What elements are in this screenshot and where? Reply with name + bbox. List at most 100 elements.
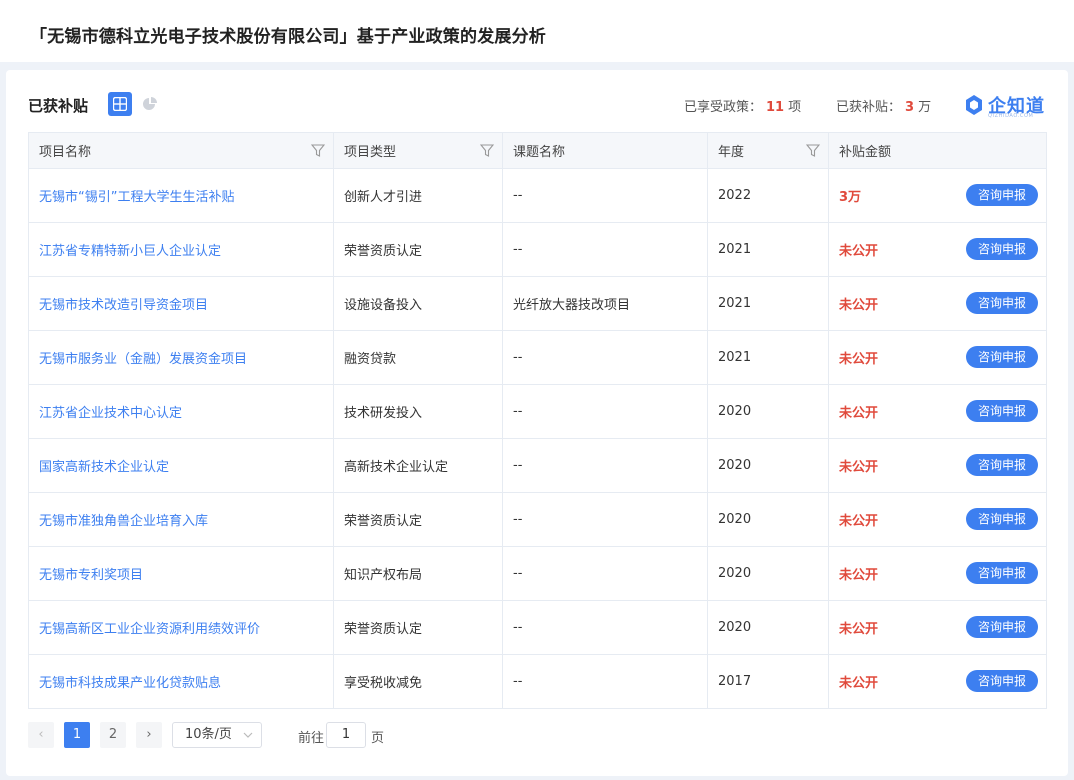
year-cell: 2020 [707,600,829,655]
project-type-cell: 享受税收减免 [333,654,503,709]
table-row: 无锡市技术改造引导资金项目 设施设备投入 光纤放大器技改项目 2021 未公开 咨询申报 [28,276,1047,331]
col-project-name: 项目名称 [28,132,334,169]
card-header: 已获补贴 已享受政策： 11 项 已获补贴： 3 万 企知道 QIZHIDAO.COM [28,92,1050,119]
project-name-cell[interactable]: 无锡高新区工业企业资源利用绩效评价 [28,600,334,655]
project-name-cell[interactable]: 无锡市专利奖项目 [28,546,334,601]
project-name-cell[interactable]: 江苏省专精特新小巨人企业认定 [28,222,334,277]
goto-label: 前往 [298,731,325,746]
subsidy-amount-cell: 未公开 咨询申报 [828,600,1047,655]
consult-apply-button[interactable]: 咨询申报 [966,238,1038,260]
consult-apply-button[interactable]: 咨询申报 [966,616,1038,638]
filter-icon[interactable] [806,144,820,157]
col-project-type: 项目类型 [333,132,503,169]
table-row: 无锡高新区工业企业资源利用绩效评价 荣誉资质认定 -- 2020 未公开 咨询申报 [28,600,1047,655]
page-size-value: 10条/页 [185,727,232,742]
topic-name-cell: -- [502,222,708,277]
page-button-2[interactable]: 2 [100,722,126,748]
page-button-1[interactable]: 1 [64,722,90,748]
next-page-button[interactable]: › [136,722,162,748]
goto-page-input[interactable]: 1 [326,722,366,748]
goto-suffix: 页 [371,731,385,746]
year-cell: 2021 [707,222,829,277]
year-cell: 2022 [707,168,829,223]
amount-value: 未公开 [839,406,879,421]
col-project-name-label: 项目名称 [39,145,92,160]
col-year: 年度 [707,132,829,169]
topic-name-cell: -- [502,438,708,493]
chart-view-button[interactable] [142,96,158,112]
topic-name-cell: 光纤放大器技改项目 [502,276,708,331]
amount-value: 未公开 [839,460,879,475]
project-type-cell: 知识产权布局 [333,546,503,601]
consult-apply-button[interactable]: 咨询申报 [966,454,1038,476]
table-row: 国家高新技术企业认定 高新技术企业认定 -- 2020 未公开 咨询申报 [28,438,1047,493]
prev-page-button[interactable]: ‹ [28,722,54,748]
brand-logo: 企知道 QIZHIDAO.COM [964,92,1050,119]
col-topic-name: 课题名称 [502,132,708,169]
table-header-row: 项目名称 项目类型 课题名称 年度 补贴金额 [28,132,1047,169]
table-row: 无锡市准独角兽企业培育入库 荣誉资质认定 -- 2020 未公开 咨询申报 [28,492,1047,547]
consult-apply-button[interactable]: 咨询申报 [966,670,1038,692]
topic-name-cell: -- [502,654,708,709]
filter-icon[interactable] [480,144,494,157]
subsidy-amount-cell: 未公开 咨询申报 [828,330,1047,385]
project-name-cell[interactable]: 无锡市科技成果产业化贷款贴息 [28,654,334,709]
chevron-down-icon [243,732,253,738]
table-row: 江苏省专精特新小巨人企业认定 荣誉资质认定 -- 2021 未公开 咨询申报 [28,222,1047,277]
consult-apply-button[interactable]: 咨询申报 [966,292,1038,314]
year-cell: 2017 [707,654,829,709]
policy-unit: 项 [788,100,802,115]
card-title: 已获补贴 [28,97,89,115]
grid-icon [113,97,127,111]
pagination: ‹ 1 2 › 10条/页 前往 1 页 [28,722,628,750]
year-cell: 2021 [707,330,829,385]
col-project-type-label: 项目类型 [344,145,397,160]
subsidy-amount-cell: 未公开 咨询申报 [828,654,1047,709]
policy-stat: 已享受政策： 11 项 [684,96,801,115]
topic-name-cell: -- [502,168,708,223]
amount-value: 3万 [839,190,862,205]
pie-chart-icon [143,97,157,110]
project-name-cell[interactable]: 无锡市服务业（金融）发展资金项目 [28,330,334,385]
subsidy-table: 项目名称 项目类型 课题名称 年度 补贴金额 无锡市“锡引”工程大学生生活补贴创… [28,132,1047,709]
amount-value: 未公开 [839,568,879,583]
year-cell: 2020 [707,492,829,547]
project-name-cell[interactable]: 江苏省企业技术中心认定 [28,384,334,439]
project-type-cell: 融资贷款 [333,330,503,385]
policy-stat-label: 已享受政策： [684,100,763,115]
page-title: 「无锡市德科立光电子技术股份有限公司」基于产业政策的发展分析 [30,27,546,47]
filter-icon[interactable] [311,144,325,157]
subsidy-amount-cell: 未公开 咨询申报 [828,546,1047,601]
table-row: 无锡市专利奖项目 知识产权布局 -- 2020 未公开 咨询申报 [28,546,1047,601]
project-name-cell[interactable]: 无锡市技术改造引导资金项目 [28,276,334,331]
topic-name-cell: -- [502,546,708,601]
amount-value: 未公开 [839,298,879,313]
subsidy-stat: 已获补贴： 3 万 [836,96,931,115]
subsidy-amount-cell: 未公开 咨询申报 [828,222,1047,277]
subsidy-unit: 万 [918,100,932,115]
consult-apply-button[interactable]: 咨询申报 [966,346,1038,368]
project-name-cell[interactable]: 无锡市“锡引”工程大学生生活补贴 [28,168,334,223]
brand-logo-icon [966,95,982,115]
project-type-cell: 创新人才引进 [333,168,503,223]
subsidy-amount-cell: 3万 咨询申报 [828,168,1047,223]
table-view-button[interactable] [108,92,132,116]
subsidy-amount-cell: 未公开 咨询申报 [828,276,1047,331]
project-type-cell: 荣誉资质认定 [333,600,503,655]
page-size-select[interactable]: 10条/页 [172,722,262,748]
table-row: 江苏省企业技术中心认定 技术研发投入 -- 2020 未公开 咨询申报 [28,384,1047,439]
topic-name-cell: -- [502,330,708,385]
project-name-cell[interactable]: 无锡市准独角兽企业培育入库 [28,492,334,547]
project-name-cell[interactable]: 国家高新技术企业认定 [28,438,334,493]
page-header: 「无锡市德科立光电子技术股份有限公司」基于产业政策的发展分析 [0,0,1074,62]
consult-apply-button[interactable]: 咨询申报 [966,184,1038,206]
consult-apply-button[interactable]: 咨询申报 [966,562,1038,584]
table-body: 无锡市“锡引”工程大学生生活补贴 创新人才引进 -- 2022 3万 咨询申报 江苏省专精特… [28,168,1047,709]
project-type-cell: 荣誉资质认定 [333,492,503,547]
consult-apply-button[interactable]: 咨询申报 [966,508,1038,530]
col-subsidy-amount-label: 补贴金额 [839,145,892,160]
project-type-cell: 高新技术企业认定 [333,438,503,493]
project-type-cell: 技术研发投入 [333,384,503,439]
consult-apply-button[interactable]: 咨询申报 [966,400,1038,422]
subsidy-amount-cell: 未公开 咨询申报 [828,438,1047,493]
